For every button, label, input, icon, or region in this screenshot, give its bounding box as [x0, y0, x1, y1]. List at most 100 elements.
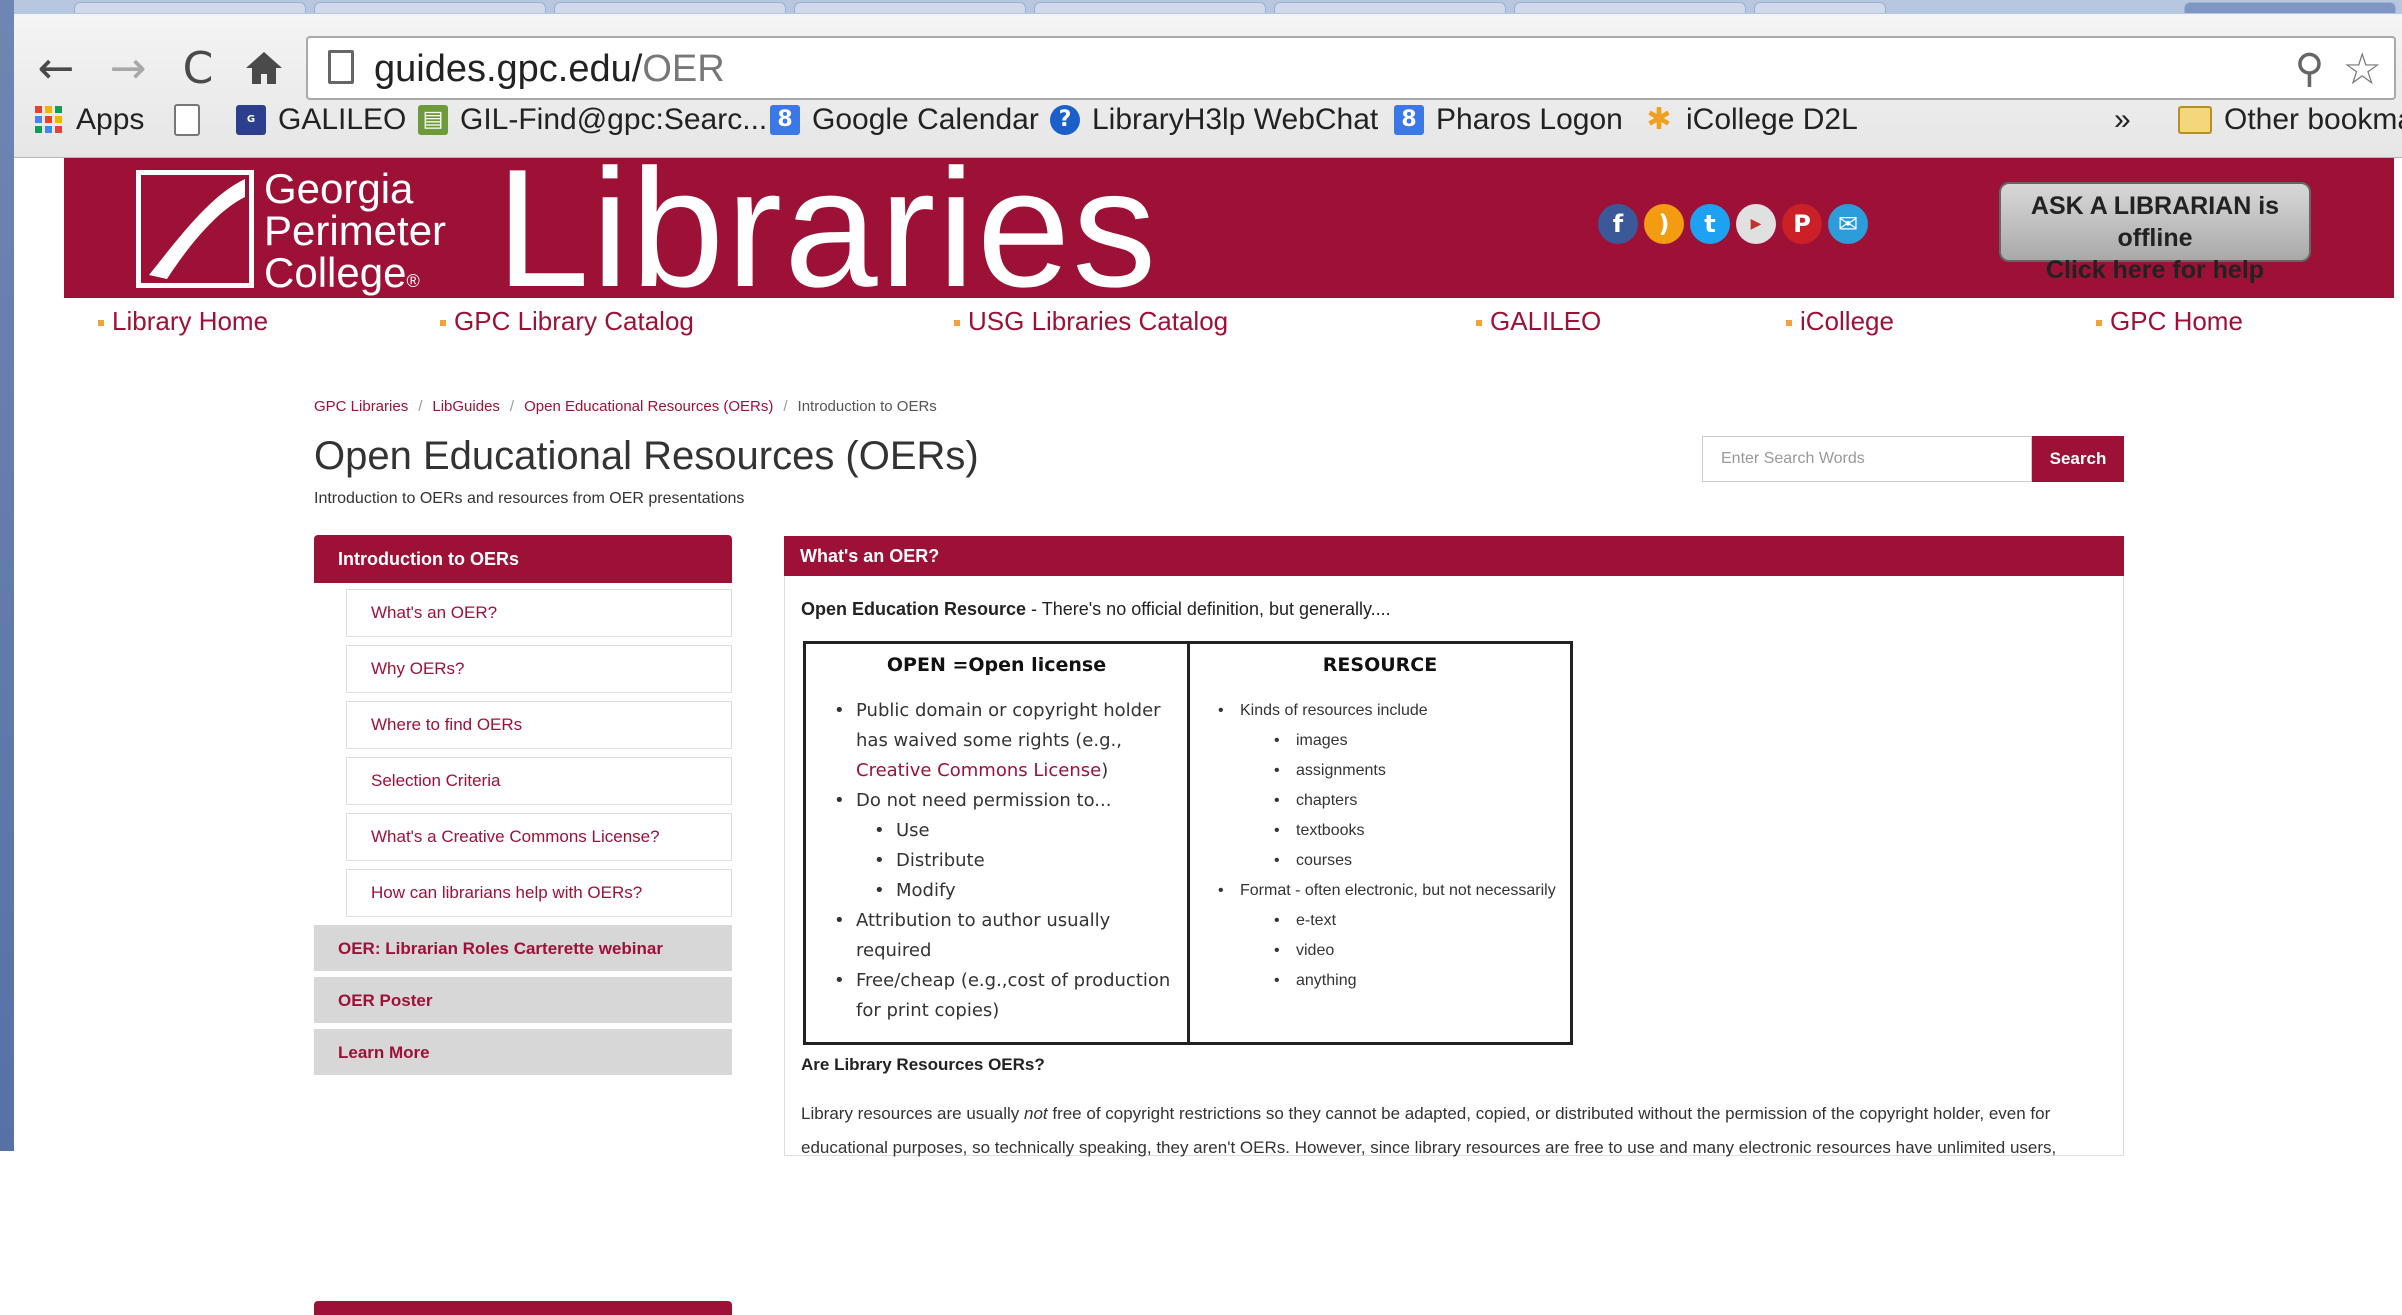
creative-commons-link[interactable]: Creative Commons License	[856, 760, 1101, 781]
rss-icon[interactable]: )	[1644, 204, 1684, 244]
sidebar-subitem[interactable]: Selection Criteria	[346, 757, 732, 805]
arrow-left-icon: ←	[37, 42, 75, 94]
list-subitem: anything	[1274, 966, 1558, 996]
list-subitem: e-text	[1274, 906, 1558, 936]
list-item: Do not need permission to...	[834, 786, 1174, 816]
folder-icon	[2178, 106, 2212, 134]
background-tab[interactable]	[1274, 2, 1506, 13]
registered-mark: ®	[406, 271, 420, 291]
help-icon: ?	[1050, 105, 1080, 135]
logo-line: Georgia	[264, 165, 414, 212]
list-subitem: textbooks	[1274, 816, 1558, 846]
background-tab[interactable]	[1514, 2, 1746, 13]
reload-icon: C	[182, 42, 214, 94]
oer-definition-table: OPEN =Open license Public domain or copy…	[803, 641, 1573, 1045]
libraries-wordmark[interactable]: Libraries	[496, 144, 1158, 312]
sparkle-icon: ✱	[1646, 102, 1672, 137]
list-subitem: video	[1274, 936, 1558, 966]
bookmark-label: Other bookma	[2224, 103, 2402, 136]
nav-galileo[interactable]: GALILEO	[1476, 306, 1601, 337]
bookmark-star-icon[interactable]: ☆	[2343, 44, 2382, 95]
back-button[interactable]: ←	[28, 40, 84, 96]
youtube-icon[interactable]: ▶	[1736, 204, 1776, 244]
list-subitem: Distribute	[874, 846, 1174, 876]
facebook-icon[interactable]: f	[1598, 204, 1638, 244]
url-text[interactable]: guides.gpc.edu/OER	[374, 48, 725, 91]
pinterest-icon[interactable]: P	[1782, 204, 1822, 244]
email-icon[interactable]: ✉	[1828, 204, 1868, 244]
nav-library-home[interactable]: Library Home	[98, 306, 268, 337]
bookmarks-overflow-button[interactable]: »	[2114, 100, 2131, 140]
slash-logo-icon	[149, 179, 245, 279]
page-subtitle: Introduction to OERs and resources from …	[314, 490, 745, 507]
search-input[interactable]: Enter Search Words	[1702, 436, 2032, 482]
search-placeholder: Enter Search Words	[1721, 450, 1865, 467]
breadcrumb: GPC Libraries / LibGuides / Open Educational…	[314, 398, 937, 415]
list-subitem: Use	[874, 816, 1174, 846]
zoom-icon[interactable]: ⚲	[2295, 46, 2324, 92]
open-column-header: OPEN =Open license	[886, 654, 1107, 676]
reload-button[interactable]: C	[170, 40, 226, 96]
sidebar-item-introduction[interactable]: Introduction to OERs	[314, 535, 732, 583]
breadcrumb-separator: /	[509, 398, 515, 415]
bookmarks-bar: Apps G GALILEO ▤ GIL-Find@gpc:Searc... 8…	[14, 96, 2402, 144]
ask-a-librarian-button[interactable]: ASK A LIBRARIAN is offline Click here fo…	[1999, 182, 2311, 284]
bookmark-pharos[interactable]: 8 Pharos Logon	[1394, 100, 1623, 140]
background-tab[interactable]	[1034, 2, 1266, 13]
page-title: Open Educational Resources (OERs)	[314, 434, 979, 478]
breadcrumb-separator: /	[783, 398, 788, 415]
sidebar-subitem[interactable]: What's a Creative Commons License?	[346, 813, 732, 861]
apps-grid-icon	[35, 106, 62, 133]
arrow-right-icon: →	[109, 42, 147, 94]
section-paragraph: Library resources are usually not free o…	[801, 1097, 2101, 1165]
section-question: Are Library Resources OERs?	[801, 1055, 1045, 1074]
forward-button[interactable]: →	[100, 40, 156, 96]
breadcrumb-link[interactable]: Open Educational Resources (OERs)	[524, 398, 773, 415]
intro-text: Open Education Resource - There's no off…	[801, 599, 1391, 620]
content-box-title: What's an OER?	[784, 536, 2124, 576]
sidebar-subitem[interactable]: Where to find OERs	[346, 701, 732, 749]
nav-gpc-home[interactable]: GPC Home	[2096, 306, 2243, 337]
open-list: Public domain or copyright holder has wa…	[834, 696, 1174, 1026]
bookmark-icollege[interactable]: ✱ iCollege D2L	[1644, 100, 1857, 140]
overflow-label: »	[2114, 103, 2131, 136]
bookmark-apps[interactable]: Apps	[34, 100, 144, 140]
bookmark-galileo[interactable]: G GALILEO	[236, 100, 406, 140]
sidebar-box-header	[314, 1301, 732, 1315]
background-tab[interactable]	[2184, 2, 2396, 13]
breadcrumb-link[interactable]: GPC Libraries	[314, 398, 408, 415]
sidebar-subitem[interactable]: How can librarians help with OERs?	[346, 869, 732, 917]
sidebar-item-webinar[interactable]: OER: Librarian Roles Carterette webinar	[314, 925, 732, 973]
search-button[interactable]: Search	[2032, 436, 2124, 482]
background-tab[interactable]	[554, 2, 786, 13]
sidebar-subitem[interactable]: What's an OER?	[346, 589, 732, 637]
sidebar-subitem[interactable]: Why OERs?	[346, 645, 732, 693]
web-page: Georgia Perimeter College® Libraries f )…	[14, 144, 2402, 1315]
nav-usg-libraries-catalog[interactable]: USG Libraries Catalog	[954, 306, 1228, 337]
background-tab[interactable]	[1754, 2, 1886, 13]
sidebar-item-poster[interactable]: OER Poster	[314, 977, 732, 1025]
gil-find-icon: ▤	[418, 105, 448, 135]
bookmark-label: LibraryH3lp WebChat	[1092, 103, 1379, 136]
logo-line: Perimeter	[264, 207, 447, 254]
google-icon: 8	[770, 105, 800, 135]
bookmark-other[interactable]: Other bookma	[2178, 100, 2402, 140]
list-subitem: assignments	[1274, 756, 1558, 786]
background-tab[interactable]	[314, 2, 546, 13]
bookmark-blank[interactable]	[174, 100, 212, 140]
address-bar[interactable]: guides.gpc.edu/OER ⚲ ☆	[306, 36, 2396, 100]
list-item: Free/cheap (e.g.,cost of production for …	[834, 966, 1174, 1026]
background-tab[interactable]	[794, 2, 1026, 13]
open-column: OPEN =Open license Public domain or copy…	[806, 644, 1190, 1042]
bookmark-label: GALILEO	[278, 103, 407, 136]
sidebar-item-learn-more[interactable]: Learn More	[314, 1029, 732, 1077]
twitter-icon[interactable]: t	[1690, 204, 1730, 244]
home-button[interactable]	[236, 40, 292, 96]
nav-gpc-library-catalog[interactable]: GPC Library Catalog	[440, 306, 694, 337]
gpc-logo-mark[interactable]	[136, 170, 254, 288]
tab-strip	[14, 0, 2402, 14]
breadcrumb-link[interactable]: LibGuides	[432, 398, 500, 415]
nav-icollege[interactable]: iCollege	[1786, 306, 1894, 337]
list-item: Attribution to author usually required	[834, 906, 1174, 966]
background-tab[interactable]	[74, 2, 306, 13]
